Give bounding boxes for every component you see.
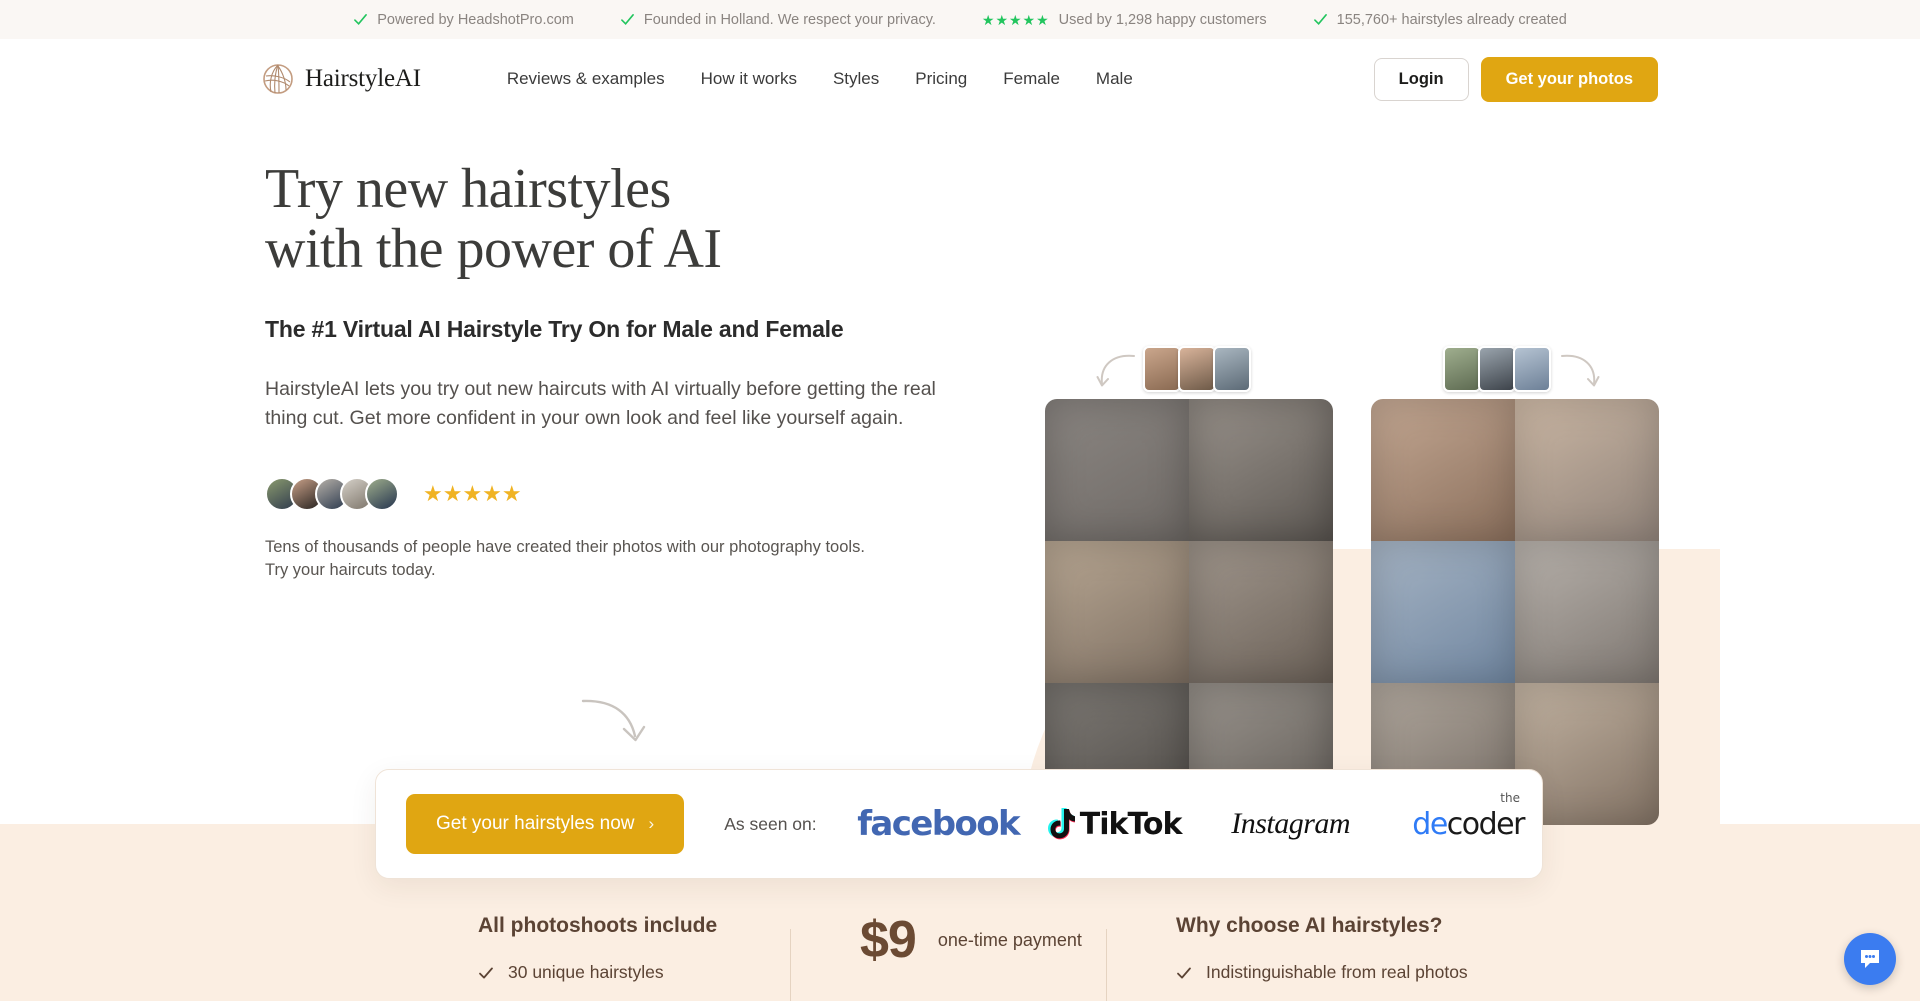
source-photo-thumbnail	[1143, 346, 1181, 392]
male-hairstyles-grid	[1045, 399, 1333, 825]
hero-copy: Try new hairstyles with the power of AI …	[265, 159, 1025, 583]
hairstyle-photo	[1371, 399, 1515, 541]
curved-arrow-icon	[581, 699, 646, 742]
announcement-item-customers: ★★★★★ Used by 1,298 happy customers	[982, 12, 1267, 28]
source-photo-thumbnail	[1443, 346, 1481, 392]
avatar	[365, 476, 399, 511]
female-hairstyles-grid	[1371, 399, 1659, 825]
main-navigation: Reviews & examples How it works Styles P…	[507, 69, 1133, 89]
curved-arrow-icon	[1561, 354, 1600, 387]
column-divider	[1106, 929, 1107, 1001]
hero-tagline-line-2: Try your haircuts today.	[265, 561, 436, 580]
hairstyle-photo	[1515, 541, 1659, 683]
get-your-hairstyles-now-button[interactable]: Get your hairstyles now ›	[406, 794, 685, 854]
nav-item-how-it-works[interactable]: How it works	[701, 69, 797, 89]
hero-tagline-line-1: Tens of thousands of people have created…	[265, 537, 865, 556]
price-label: one-time payment	[937, 929, 1082, 950]
feature-column-title: Why choose AI hairstyles?	[1176, 914, 1443, 937]
hero-subheadline: The #1 Virtual AI Hairstyle Try On for M…	[265, 315, 844, 342]
feature-column-pricing: $9 one-time payment 1 HOUR DONE fast tur…	[790, 914, 1106, 1001]
check-icon	[1313, 14, 1327, 25]
hairstyle-photo	[1045, 541, 1189, 683]
price-amount: $9	[860, 911, 917, 969]
nav-item-female[interactable]: Female	[1003, 69, 1060, 89]
source-photo-thumbnail	[1478, 346, 1516, 392]
price-row: $9 one-time payment	[860, 914, 1106, 966]
brand-name: HairstyleAI	[305, 65, 421, 92]
hairstyle-photo	[1045, 399, 1189, 541]
social-proof-row: ★★★★★	[265, 476, 1025, 511]
announcement-item-label: Founded in Holland. We respect your priv…	[643, 11, 936, 28]
hero-tagline: Tens of thousands of people have created…	[265, 536, 1025, 583]
hairstyle-photo	[1189, 399, 1333, 541]
tiktok-logo: TikTok	[1026, 807, 1201, 842]
announcement-item-label: Powered by HeadshotPro.com	[377, 11, 574, 28]
check-icon	[1177, 967, 1191, 978]
check-icon	[354, 14, 368, 25]
feature-list-item: 30 unique hairstyles	[478, 962, 790, 983]
source-photo-thumbnail	[1513, 346, 1551, 392]
nav-item-male[interactable]: Male	[1096, 69, 1133, 89]
press-logos: facebook TikTok Instagram the decoder	[851, 790, 1556, 845]
announcement-bar: Powered by HeadshotPro.com Founded in Ho…	[0, 0, 1920, 39]
hairstyleai-logo-icon	[263, 64, 293, 94]
decoder-logo: the decoder	[1412, 790, 1525, 842]
page-title: Try new hairstyles with the power of AI	[265, 159, 1025, 280]
features-section: All photoshoots include 30 unique hairst…	[0, 914, 1920, 1001]
login-button[interactable]: Login	[1373, 57, 1469, 101]
stars-icon: ★★★★★	[981, 11, 1050, 28]
chat-bubble-icon	[1861, 950, 1879, 968]
female-source-photos-strip	[1443, 346, 1551, 392]
check-icon	[620, 14, 634, 25]
hairstyle-photo	[1515, 399, 1659, 541]
column-divider	[790, 929, 791, 1001]
source-photo-thumbnail	[1178, 346, 1216, 392]
source-photo-thumbnail	[1213, 346, 1251, 392]
hairstyle-photo	[1189, 541, 1333, 683]
announcement-item-founded: Founded in Holland. We respect your priv…	[620, 12, 936, 28]
feature-list-item: Indistinguishable from real photos	[1176, 962, 1468, 983]
customer-avatars	[265, 476, 399, 511]
headline-line-2: with the power of AI	[265, 218, 722, 281]
feature-column-includes: All photoshoots include 30 unique hairst…	[474, 914, 790, 1001]
feature-list-item-label: 30 unique hairstyles	[508, 962, 664, 982]
nav-item-styles[interactable]: Styles	[833, 69, 879, 89]
instagram-logo: Instagram	[1231, 807, 1351, 840]
brand-logo[interactable]: HairstyleAI	[262, 63, 421, 95]
feature-list-item-label: Indistinguishable from real photos	[1206, 962, 1468, 982]
announcement-item-hairstyles-created: 155,760+ hairstyles already created	[1313, 12, 1567, 28]
facebook-logo: facebook	[857, 804, 1020, 844]
announcement-item-label: 155,760+ hairstyles already created	[1336, 11, 1567, 28]
cta-card: Get your hairstyles now › As seen on: fa…	[375, 769, 1543, 879]
nav-item-pricing[interactable]: Pricing	[915, 69, 967, 89]
as-seen-on-label: As seen on:	[724, 813, 817, 834]
check-icon	[479, 967, 493, 978]
get-your-photos-button[interactable]: Get your photos	[1480, 56, 1658, 102]
curved-arrow-icon	[1096, 354, 1135, 387]
rating-stars: ★★★★★	[423, 480, 522, 506]
hero-body-text: HairstyleAI lets you try out new haircut…	[265, 377, 936, 429]
feature-column-why: Why choose AI hairstyles? Indistinguisha…	[1106, 914, 1468, 1001]
headline-line-1: Try new hairstyles	[265, 158, 671, 220]
tiktok-note-icon	[1047, 808, 1075, 840]
hairstyle-photo	[1371, 541, 1515, 683]
site-header: HairstyleAI Reviews & examples How it wo…	[0, 39, 1920, 119]
male-source-photos-strip	[1143, 346, 1251, 392]
announcement-item-label: Used by 1,298 happy customers	[1058, 11, 1267, 28]
chevron-right-icon: ›	[648, 814, 655, 833]
chat-widget-button[interactable]	[1844, 933, 1896, 985]
announcement-item-powered-by: Powered by HeadshotPro.com	[353, 12, 574, 28]
hero-section: Try new hairstyles with the power of AI …	[0, 119, 1920, 1001]
nav-item-reviews[interactable]: Reviews & examples	[507, 69, 665, 89]
feature-column-title: All photoshoots include	[478, 914, 718, 937]
cta-button-label: Get your hairstyles now	[436, 813, 635, 834]
